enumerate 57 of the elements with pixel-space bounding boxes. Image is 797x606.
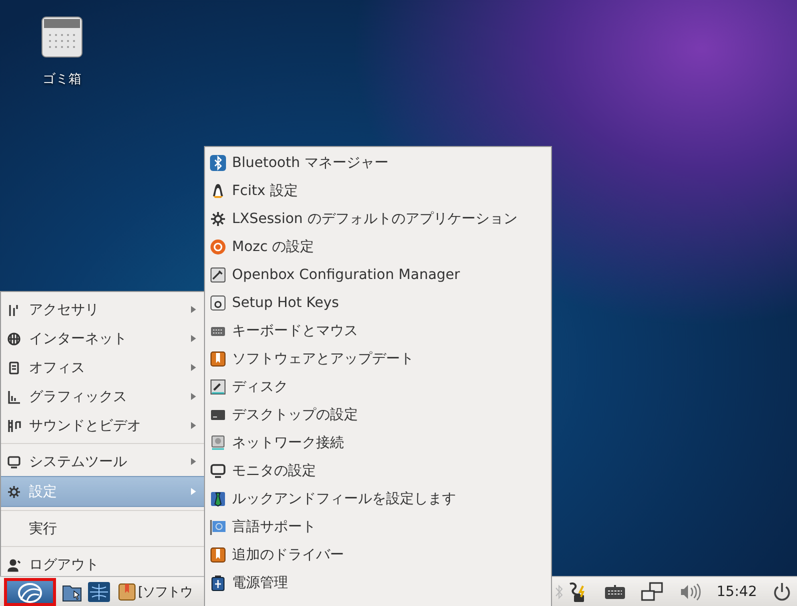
swirl-logo-icon	[15, 580, 45, 602]
package-icon	[118, 582, 136, 600]
menu-item[interactable]: システムツール	[1, 447, 204, 476]
gear-icon	[7, 484, 21, 498]
menu-item[interactable]: ルックアンドフィールを設定します	[205, 485, 551, 513]
menu-item[interactable]: Bluetooth マネージャー	[205, 149, 551, 177]
network-icon	[210, 435, 226, 451]
menu-item[interactable]: 実行	[1, 514, 204, 543]
menu-item[interactable]: 言語サポート	[205, 513, 551, 541]
document-icon	[7, 360, 21, 374]
menu-item[interactable]: モニタの設定	[205, 457, 551, 485]
power-icon[interactable]	[773, 582, 791, 602]
menu-item[interactable]: グラフィックス	[1, 382, 204, 411]
clock[interactable]: 15:42	[716, 584, 757, 600]
menu-item[interactable]: Setup Hot Keys	[205, 289, 551, 317]
menu-item[interactable]: オフィス	[1, 353, 204, 382]
windows-icon[interactable]	[640, 582, 663, 602]
volume-icon[interactable]	[678, 582, 701, 600]
menu-item[interactable]: デスクトップの設定	[205, 401, 551, 429]
menu-item[interactable]: 電源管理	[205, 569, 551, 597]
start-menu-button[interactable]	[4, 578, 56, 606]
menu-item[interactable]: ソフトウェアとアップデート	[205, 345, 551, 373]
globe-icon	[7, 332, 21, 346]
menu-item[interactable]: 追加のドライバー	[205, 541, 551, 569]
circle-icon	[210, 239, 226, 255]
menu-item[interactable]: LXSession のデフォルトのアプリケーション	[205, 205, 551, 233]
person-icon	[7, 558, 21, 572]
penguin-icon	[210, 183, 226, 199]
flag-icon	[210, 519, 226, 535]
menu-item[interactable]: ログアウト	[1, 550, 204, 579]
menu-item[interactable]: インターネット	[1, 324, 204, 353]
menu-item[interactable]: Openbox Configuration Manager	[205, 261, 551, 289]
monitor-icon	[7, 454, 21, 468]
desktop-icon-label[interactable]: ゴミ箱	[42, 70, 82, 88]
bluetooth-icon	[210, 155, 226, 171]
task-button[interactable]: [ソフトウ	[118, 582, 193, 600]
menu-item[interactable]: ネットワーク接続	[205, 429, 551, 457]
package-icon	[210, 547, 226, 563]
tools-icon	[7, 302, 21, 316]
package-icon	[210, 351, 226, 367]
chart-icon	[7, 390, 21, 404]
trash-icon[interactable]	[40, 16, 84, 58]
window-icon	[210, 267, 226, 283]
menu-item[interactable]: Mozc の設定	[205, 233, 551, 261]
gear-icon	[210, 211, 226, 227]
menu-item[interactable]: キーボードとマウス	[205, 317, 551, 345]
menu-item[interactable]: ディスク	[205, 373, 551, 401]
keyboard-icon[interactable]	[604, 584, 625, 598]
menu-item[interactable]: サウンドとビデオ	[1, 411, 204, 440]
film-icon	[7, 418, 21, 432]
monitor-icon	[210, 463, 226, 479]
battery-icon	[210, 575, 226, 591]
tie-icon	[210, 491, 226, 507]
desktop-icon	[210, 407, 226, 423]
globe-icon[interactable]	[88, 582, 110, 602]
menu-item[interactable]: Fcitx 設定	[205, 177, 551, 205]
menu-item[interactable]: アクセサリ	[1, 295, 204, 324]
